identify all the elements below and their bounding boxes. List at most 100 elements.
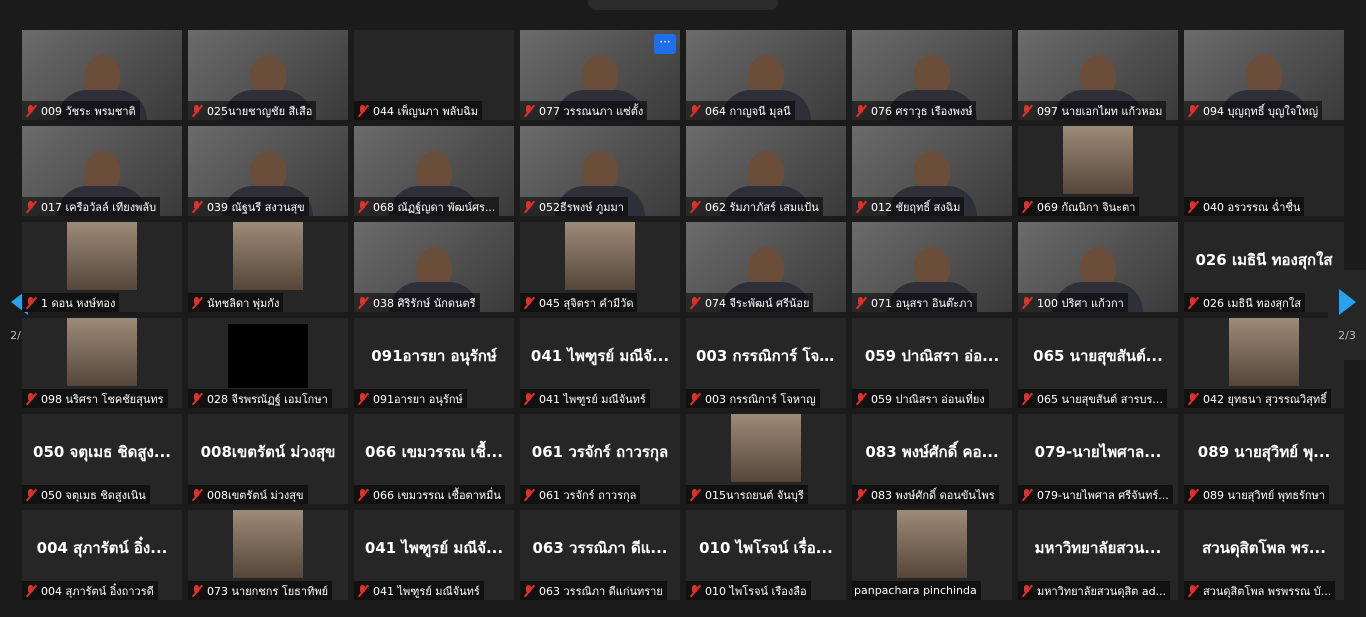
participant-name: 039 ณัฐนรี สงวนสุข bbox=[207, 200, 305, 214]
participant-tile[interactable]: panpachara pinchinda bbox=[852, 510, 1012, 600]
mic-muted-icon bbox=[1020, 200, 1033, 213]
participant-name: สวนดุสิตโพล พรพรรณ บั... bbox=[1203, 584, 1332, 598]
participant-tile[interactable]: 063 วรรณิภา ดีแ... 063 วรรณิภา ดีแก่นทราย bbox=[520, 510, 680, 600]
participant-tile[interactable]: 009 วัชระ พรมชาติ bbox=[22, 30, 182, 120]
participant-tile[interactable]: 042 ยุทธนา สุวรรณวิสุทธิ์ bbox=[1184, 318, 1344, 408]
participant-name: 098 นริศรา โชคชัยสุนทร bbox=[41, 392, 164, 406]
participant-name-bar: 052ธีรพงษ์ ภูมมา bbox=[520, 197, 628, 216]
participant-tile[interactable]: 026 เมธินี ทองสุกใส 026 เมธินี ทองสุกใส bbox=[1184, 222, 1344, 312]
participant-name-bar: 073 นายกชกร โยธาทิพย์ bbox=[188, 581, 333, 600]
participant-name: 028 จีรพรณัฏฐ์ เอมโกษา bbox=[207, 392, 328, 406]
participant-name-bar: 025นายชาญชัย สีเสือ bbox=[188, 101, 317, 120]
participant-tile[interactable]: 079-นายไพศาล... 079-นายไพศาล ศรีจันทร์... bbox=[1018, 414, 1178, 504]
mic-muted-icon bbox=[1186, 488, 1199, 501]
mic-muted-icon bbox=[688, 392, 701, 405]
participant-tile[interactable]: 100 ปริศา แก้วกา bbox=[1018, 222, 1178, 312]
participant-tile[interactable]: สวนดุสิตโพล พร... สวนดุสิตโพล พรพรรณ บั..… bbox=[1184, 510, 1344, 600]
participant-name-bar: 1 ดอน หงษ์ทอง bbox=[22, 293, 120, 312]
mic-muted-icon bbox=[1020, 584, 1033, 597]
participant-tile[interactable]: 083 พงษ์ศักดิ์ คอ... 083 พงษ์ศักดิ์ ดอนขั… bbox=[852, 414, 1012, 504]
participant-tile[interactable]: นัทชลิดา พุ่มกัง bbox=[188, 222, 348, 312]
participant-name-bar: 050 จตุเมธ ชิดสูงเนิน bbox=[22, 485, 150, 504]
participant-tile[interactable]: 071 อนุสรา อินต๊ะภา bbox=[852, 222, 1012, 312]
participant-video-thumbnail bbox=[67, 222, 137, 290]
participant-name: มหาวิทยาลัยสวนดุสิต ad... bbox=[1037, 584, 1167, 598]
mic-muted-icon bbox=[356, 104, 369, 117]
participant-name-bar: นัทชลิดา พุ่มกัง bbox=[188, 293, 284, 312]
participant-tile[interactable]: 094 บุญฤทธิ์ บุญใจใหญ่ bbox=[1184, 30, 1344, 120]
participant-tile[interactable]: 068 ณัฏฐ์ญดา พัฒน์ศร... bbox=[354, 126, 514, 216]
participant-name-bar: 004 สุภารัตน์ อิ๋งถาวรดี bbox=[22, 581, 158, 600]
participant-display-name: 004 สุภารัตน์ อิ๋ง... bbox=[36, 539, 168, 557]
participant-name: 012 ชัยฤทธิ์ สงฉิม bbox=[871, 200, 961, 214]
participant-tile[interactable]: 041 ไพฑูรย์ มณีจั... 041 ไพฑูรย์ มณีจันทร… bbox=[520, 318, 680, 408]
participant-tile[interactable]: 069 กัณนิกา จินะตา bbox=[1018, 126, 1178, 216]
participant-tile[interactable]: 044 เพ็ญนภา พลับฉิม bbox=[354, 30, 514, 120]
participant-tile[interactable]: 062 รัมภาภัสร์ เสมแป้น bbox=[686, 126, 846, 216]
participant-name-bar: 059 ปาณิสรา อ่อนเที่ยง bbox=[852, 389, 989, 408]
participant-name: 009 วัชระ พรมชาติ bbox=[41, 104, 136, 118]
participant-name: 017 เครือวัลล์ เทียงพลับ bbox=[41, 200, 157, 214]
participant-tile[interactable]: 041 ไพฑูรย์ มณีจั... 041 ไพฑูรย์ มณีจันทร… bbox=[354, 510, 514, 600]
participant-name: 042 ยุทธนา สุวรรณวิสุทธิ์ bbox=[1203, 392, 1327, 406]
mic-muted-icon bbox=[522, 104, 535, 117]
participant-name-bar: 061 วรจักร์ ถาวรกุล bbox=[520, 485, 641, 504]
participant-tile[interactable]: 028 จีรพรณัฏฐ์ เอมโกษา bbox=[188, 318, 348, 408]
participant-display-name: 026 เมธินี ทองสุกใส bbox=[1195, 251, 1333, 269]
mic-muted-icon bbox=[190, 200, 203, 213]
participant-video-thumbnail bbox=[233, 510, 303, 578]
mic-muted-icon bbox=[24, 392, 37, 405]
participant-tile[interactable]: 061 วรจักร์ ถาวรกุล 061 วรจักร์ ถาวรกุล bbox=[520, 414, 680, 504]
mic-muted-icon bbox=[24, 296, 37, 309]
mic-muted-icon bbox=[356, 296, 369, 309]
mic-muted-icon bbox=[522, 584, 535, 597]
participant-tile[interactable]: 038 ศิริรักษ์ นักดนตรี bbox=[354, 222, 514, 312]
participant-tile[interactable]: 017 เครือวัลล์ เทียงพลับ bbox=[22, 126, 182, 216]
participant-tile[interactable]: 045 สุจิตรา คำมีวัด bbox=[520, 222, 680, 312]
participant-tile[interactable]: 076 ศราวุธ เรืองพงษ์ bbox=[852, 30, 1012, 120]
participant-tile[interactable]: 059 ปาณิสรา อ่อ... 059 ปาณิสรา อ่อนเที่ยง bbox=[852, 318, 1012, 408]
participant-tile[interactable]: 097 นายเอกไผท แก้วหอม bbox=[1018, 30, 1178, 120]
participant-tile[interactable]: 015นารถยนต์ จันบุรี bbox=[686, 414, 846, 504]
participant-tile[interactable]: 008เขตรัตน์ ม่วงสุข 008เขตรัตน์ ม่วงสุข bbox=[188, 414, 348, 504]
next-page-button[interactable]: 2/3 bbox=[1328, 270, 1366, 360]
participant-tile[interactable]: 073 นายกชกร โยธาทิพย์ bbox=[188, 510, 348, 600]
participant-name: 100 ปริศา แก้วกา bbox=[1037, 296, 1124, 310]
arrow-right-icon bbox=[1338, 288, 1356, 315]
participant-tile[interactable]: มหาวิทยาลัยสวน... มหาวิทยาลัยสวนดุสิต ad.… bbox=[1018, 510, 1178, 600]
more-options-button[interactable]: ··· bbox=[654, 34, 676, 54]
participant-tile[interactable]: 012 ชัยฤทธิ์ สงฉิม bbox=[852, 126, 1012, 216]
mic-muted-icon bbox=[190, 584, 203, 597]
participant-name-bar: 026 เมธินี ทองสุกใส bbox=[1184, 293, 1305, 312]
participant-tile[interactable]: 091อารยา อนุรักษ์ 091อารยา อนุรักษ์ bbox=[354, 318, 514, 408]
participant-tile[interactable]: ··· 077 วรรณนภา แซ่ตั้ง bbox=[520, 30, 680, 120]
participant-tile[interactable]: 050 จตุเมธ ชิดสูง... 050 จตุเมธ ชิดสูงเนิ… bbox=[22, 414, 182, 504]
top-toolbar-handle[interactable] bbox=[588, 0, 778, 10]
participant-video-thumbnail bbox=[565, 222, 635, 290]
participant-name-bar: 094 บุญฤทธิ์ บุญใจใหญ่ bbox=[1184, 101, 1323, 120]
participant-tile[interactable]: 1 ดอน หงษ์ทอง bbox=[22, 222, 182, 312]
participant-name: 094 บุญฤทธิ์ บุญใจใหญ่ bbox=[1203, 104, 1319, 118]
participant-tile[interactable]: 039 ณัฐนรี สงวนสุข bbox=[188, 126, 348, 216]
participant-tile[interactable]: 066 เขมวรรณ เชื้... 066 เขมวรรณ เชื้อตาหม… bbox=[354, 414, 514, 504]
participant-display-name: 008เขตรัตน์ ม่วงสุข bbox=[200, 443, 336, 461]
participant-name-bar: 079-นายไพศาล ศรีจันทร์... bbox=[1018, 485, 1173, 504]
mic-muted-icon bbox=[1186, 104, 1199, 117]
participant-tile[interactable]: 025นายชาญชัย สีเสือ bbox=[188, 30, 348, 120]
participant-tile[interactable]: 065 นายสุขสันต์... 065 นายสุขสันต์ สารบร.… bbox=[1018, 318, 1178, 408]
participant-tile[interactable]: 004 สุภารัตน์ อิ๋ง... 004 สุภารัตน์ อิ๋งถ… bbox=[22, 510, 182, 600]
participant-name: 071 อนุสรา อินต๊ะภา bbox=[871, 296, 973, 310]
participant-tile[interactable]: 003 กรรณิการ์ โจ... 003 กรรณิการ์ โจหาญ bbox=[686, 318, 846, 408]
participant-tile[interactable]: 064 กาญจนี มุลนี bbox=[686, 30, 846, 120]
participant-tile[interactable]: 040 อรวรรณ ฉ่ำชื่น bbox=[1184, 126, 1344, 216]
participant-name-bar: 010 ไพโรจน์ เรืองลือ bbox=[686, 581, 811, 600]
participant-tile[interactable]: 098 นริศรา โชคชัยสุนทร bbox=[22, 318, 182, 408]
participant-tile[interactable]: 074 จีระพัฒน์ ศรีน้อย bbox=[686, 222, 846, 312]
participant-name-bar: สวนดุสิตโพล พรพรรณ บั... bbox=[1184, 581, 1336, 600]
mic-muted-icon bbox=[1186, 296, 1199, 309]
mic-muted-icon bbox=[688, 296, 701, 309]
participant-name: นัทชลิดา พุ่มกัง bbox=[207, 296, 280, 310]
participant-tile[interactable]: 089 นายสุวิทย์ พุ... 089 นายสุวิทย์ พุทธร… bbox=[1184, 414, 1344, 504]
participant-tile[interactable]: 052ธีรพงษ์ ภูมมา bbox=[520, 126, 680, 216]
participant-tile[interactable]: 010 ไพโรจน์ เรื่อ... 010 ไพโรจน์ เรืองลือ bbox=[686, 510, 846, 600]
